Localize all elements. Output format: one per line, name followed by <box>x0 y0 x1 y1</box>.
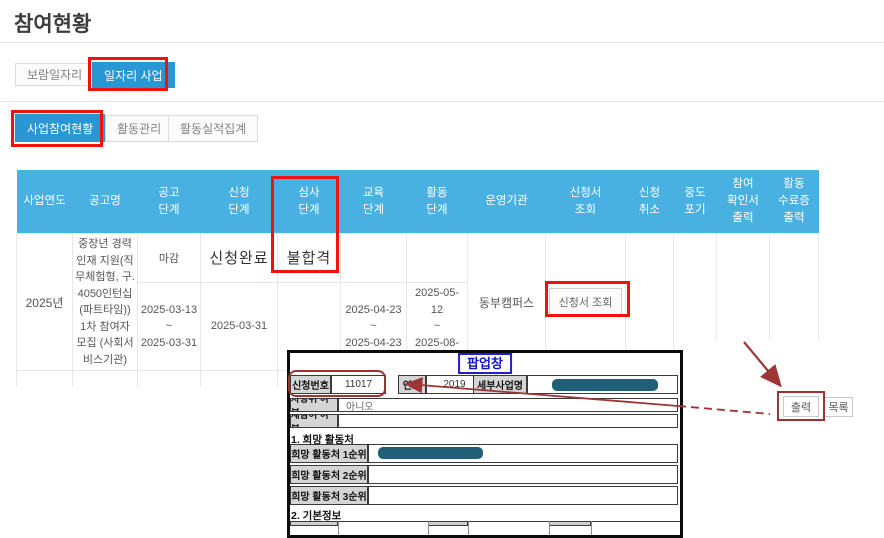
low-income-label: 차상위 여부 <box>290 398 338 412</box>
rejoin-label: 재참여 여부 <box>290 414 338 428</box>
col-edu-stage: 교육 단계 <box>340 170 407 234</box>
clipped-table-cell <box>290 521 338 526</box>
cell-notice-title: 중장년 경력 인재 지원(직무체험형, 구. 4050인턴십 (파트타임)) 1… <box>72 233 138 371</box>
cell-edu-stage <box>340 233 407 283</box>
cell-notice-period: 2025-03-13 ~ 2025-03-31 <box>137 281 201 372</box>
wish-3-value <box>368 486 678 505</box>
divider <box>0 42 884 43</box>
rejoin-value <box>338 414 678 428</box>
subtab-label: 활동실적집계 <box>180 122 247 136</box>
cell-year: 2025년 <box>16 233 73 371</box>
list-button-label: 목록 <box>828 402 849 414</box>
cell-apply-date: 2025-03-31 <box>200 281 278 372</box>
col-confirmation-print: 참여 확인서 출력 <box>716 170 770 234</box>
col-dropout: 중도 포기 <box>673 170 717 234</box>
col-year: 사업연도 <box>16 170 73 234</box>
application-no-label: 신청번호 <box>290 375 331 394</box>
col-review-stage: 심사 단계 <box>277 170 341 234</box>
cell-review-stage: 불합격 <box>277 233 341 283</box>
col-activity-stage: 활동 단계 <box>406 170 468 234</box>
clipped-table-cell <box>428 521 468 526</box>
wish-1-label: 희망 활동처 1순위 <box>290 444 368 463</box>
application-popup: 팝업창 신청번호 11017 연도 2019 세부사업명 차상위 여부 아니오 … <box>287 350 683 538</box>
print-button[interactable]: 출력 <box>783 396 819 417</box>
cell-activity-stage <box>406 233 468 283</box>
popup-title: 팝업창 <box>458 353 512 374</box>
subtab-activity-stats[interactable]: 활동실적집계 <box>168 115 259 142</box>
view-application-button[interactable]: 신청서 조회 <box>548 288 623 316</box>
tab-boram-jobs[interactable]: 보람일자리 <box>15 63 95 86</box>
clipped-table-border <box>290 521 680 522</box>
clipped-table-cell <box>549 521 591 526</box>
col-organization: 운영기관 <box>467 170 546 234</box>
tab-label: 보람일자리 <box>27 68 83 82</box>
subtab-label: 사업참여현황 <box>27 121 94 136</box>
participation-status-page: 참여현황 보람일자리 일자리 사업 사업참여현황 활동관리 활동실적집계 사업연… <box>0 0 884 538</box>
col-cancel: 신청 취소 <box>625 170 674 234</box>
sub-project-label: 세부사업명 <box>473 375 527 394</box>
subtab-program-participation[interactable]: 사업참여현황 <box>15 114 106 142</box>
year-label: 연도 <box>398 375 426 394</box>
wish-2-value <box>368 465 678 484</box>
table-row: 2025년 중장년 경력 인재 지원(직무체험형, 구. 4050인턴십 (파트… <box>16 233 819 371</box>
col-view-application: 신청서 조회 <box>545 170 626 234</box>
white-overlay <box>683 340 884 538</box>
wish-2-label: 희망 활동처 2순위 <box>290 465 368 484</box>
page-title: 참여현황 <box>14 13 92 36</box>
col-certificate-print: 활동 수료증 출력 <box>769 170 819 234</box>
tab-label: 일자리 사업 <box>104 68 163 83</box>
divider <box>0 101 884 102</box>
col-notice: 공고명 <box>72 170 138 234</box>
print-button-label: 출력 <box>790 401 812 414</box>
tab-job-programs[interactable]: 일자리 사업 <box>92 62 175 88</box>
cell-apply-stage: 신청완료 <box>200 233 278 283</box>
cell-notice-stage: 마감 <box>137 233 201 283</box>
low-income-value: 아니오 <box>338 398 678 412</box>
redaction-bar <box>552 379 658 391</box>
subtab-activity-management[interactable]: 활동관리 <box>105 115 174 142</box>
col-notice-stage: 공고 단계 <box>137 170 201 234</box>
table-header-row: 사업연도 공고명 공고 단계 신청 단계 심사 단계 교육 단계 활동 단계 운… <box>16 170 819 234</box>
col-apply-stage: 신청 단계 <box>200 170 278 234</box>
list-button[interactable]: 목록 <box>824 397 853 417</box>
subtab-label: 활동관리 <box>117 122 162 136</box>
wish-3-label: 희망 활동처 3순위 <box>290 486 368 505</box>
redaction-bar <box>378 447 483 459</box>
application-no-value: 11017 <box>331 375 386 394</box>
